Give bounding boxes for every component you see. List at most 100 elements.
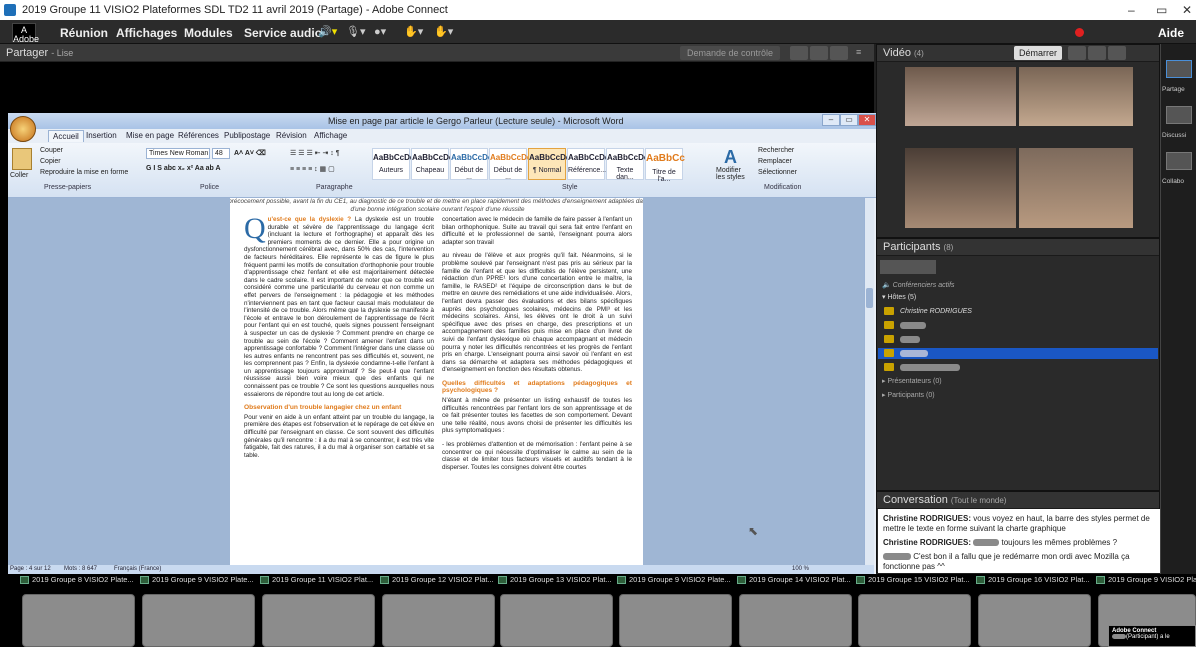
cut-button[interactable]: Couper	[40, 147, 63, 154]
style-debut-2[interactable]: AaBbCcDd Début de ...	[489, 148, 532, 181]
style-normal[interactable]: AaBbCcDd ¶ Normal	[528, 148, 571, 180]
close-icon[interactable]: ✕	[1182, 3, 1192, 17]
paste-button[interactable]: Coller	[10, 172, 28, 179]
layout-partage[interactable]: Partage	[1162, 86, 1196, 93]
taskbar-window[interactable]: 2019 Groupe 9 VISIO2 Plate	[1096, 575, 1196, 588]
taskbar-window[interactable]: 2019 Groupe 15 VISIO2 Plat...	[856, 575, 974, 588]
font-format-icons[interactable]: G I S abc x₂ x² Aa ab A	[146, 165, 221, 172]
window-preview[interactable]	[22, 594, 135, 647]
start-video-button[interactable]: Démarrer	[1014, 46, 1062, 60]
video-feed-3[interactable]	[905, 148, 1016, 228]
modify-styles-button[interactable]: Modifier les styles	[716, 167, 750, 181]
list-icons[interactable]: ☰ ☰ ☰ ⇤ ⇥ ↕ ¶	[290, 149, 340, 157]
minimize-icon[interactable]: –	[1128, 3, 1135, 17]
style-debut-1[interactable]: AaBbCcDc Début de ...	[450, 148, 492, 181]
hosts-group[interactable]: ▾ Hôtes (5)	[878, 292, 1158, 303]
menu-modules[interactable]: Modules	[184, 26, 233, 40]
word-minimize-icon[interactable]: –	[822, 114, 840, 126]
participants-toolbar[interactable]	[880, 260, 936, 274]
status-icon[interactable]: ✋▾	[434, 25, 453, 39]
maximize-icon[interactable]: ▭	[1156, 3, 1167, 17]
menu-reunion[interactable]: Réunion	[60, 26, 108, 40]
request-control-button[interactable]: Demande de contrôle	[680, 46, 780, 60]
layout-thumbnail-icon[interactable]	[1166, 106, 1192, 124]
style-titre[interactable]: AaBbCc Titre de l'a...	[645, 148, 685, 183]
status-language[interactable]: Français (France)	[114, 566, 161, 572]
video-fullscreen-icon[interactable]	[1108, 46, 1126, 60]
video-layout-icon[interactable]	[1068, 46, 1086, 60]
document-scrollbar[interactable]	[864, 198, 874, 565]
tab-affichage[interactable]: Affichage	[314, 131, 347, 140]
window-preview[interactable]	[978, 594, 1091, 647]
speaker-icon[interactable]: 🔊▾	[318, 25, 337, 39]
align-icons[interactable]: ≡ ≡ ≡ ≡ ↕ ▦ ▢	[290, 165, 335, 173]
hand-raise-icon[interactable]: ✋▾	[404, 25, 423, 39]
share-fit-icon[interactable]	[810, 46, 828, 60]
window-preview[interactable]	[500, 594, 613, 647]
style-texte[interactable]: AaBbCcDc Texte dan...	[606, 148, 648, 181]
share-view-icon[interactable]	[790, 46, 808, 60]
taskbar-window[interactable]: 2019 Groupe 8 VISIO2 Plate...	[20, 575, 138, 588]
pod-menu-icon[interactable]: ≡	[856, 47, 861, 57]
style-auteurs[interactable]: AaBbCcDdI Auteurs	[372, 148, 417, 180]
video-feed-2[interactable]	[1019, 67, 1133, 126]
tab-references[interactable]: Références	[178, 131, 219, 140]
camera-icon[interactable]: ●▾	[374, 25, 386, 39]
style-chapeau[interactable]: AaBbCcDc Chapeau	[411, 148, 453, 180]
format-painter-button[interactable]: Reproduire la mise en forme	[40, 169, 128, 176]
layout-thumbnail-icon[interactable]	[1166, 152, 1192, 170]
select-button[interactable]: Sélectionner	[758, 169, 797, 176]
participant-row[interactable]	[878, 334, 1158, 345]
presenters-group[interactable]: ▸ Présentateurs (0)	[878, 376, 1158, 387]
microphone-icon[interactable]: 🎙▾	[346, 25, 366, 39]
replace-button[interactable]: Remplacer	[758, 158, 792, 165]
chat-messages[interactable]: Christine RODRIGUES: vous voyez en haut,…	[878, 509, 1160, 573]
tab-publipostage[interactable]: Publipostage	[224, 131, 270, 140]
paste-icon[interactable]	[12, 148, 32, 170]
participant-row[interactable]	[878, 362, 1158, 373]
tab-revision[interactable]: Révision	[276, 131, 307, 140]
participant-row-selected[interactable]	[878, 348, 1158, 359]
menu-aide[interactable]: Aide	[1158, 26, 1184, 40]
grow-shrink-font-icon[interactable]: A˄ A˅ ⌫	[234, 149, 266, 157]
window-preview[interactable]	[619, 594, 732, 647]
taskbar-window[interactable]: 2019 Groupe 14 VISIO2 Plat...	[737, 575, 855, 588]
window-preview[interactable]	[262, 594, 375, 647]
record-indicator-icon[interactable]	[1075, 28, 1084, 37]
layout-collaboration[interactable]: Collabo	[1162, 178, 1196, 185]
video-feed-1[interactable]	[905, 67, 1016, 126]
notification-toast[interactable]: Adobe Connect (Participant) a le	[1108, 625, 1196, 647]
tab-insertion[interactable]: Insertion	[86, 131, 117, 140]
window-preview[interactable]	[739, 594, 852, 647]
font-name-select[interactable]: Times New Roman	[146, 148, 210, 159]
office-button-icon[interactable]	[10, 116, 36, 142]
style-reference[interactable]: AaBbCcDd Référence...	[567, 148, 610, 180]
menu-affichages[interactable]: Affichages	[116, 26, 177, 40]
layout-discussion[interactable]: Discussi	[1162, 132, 1196, 139]
menu-service-audio[interactable]: Service audio	[244, 26, 322, 40]
document-page[interactable]: le plus précocement possible, avant la f…	[230, 198, 643, 565]
taskbar-window[interactable]: 2019 Groupe 9 VISIO2 Plate...	[140, 575, 258, 588]
participants-group[interactable]: ▸ Participants (0)	[878, 390, 1158, 401]
video-feed-4[interactable]	[1019, 148, 1133, 228]
participant-row[interactable]: Christine RODRIGUES	[878, 306, 1158, 317]
taskbar-window[interactable]: 2019 Groupe 13 VISIO2 Plat...	[498, 575, 616, 588]
taskbar-window[interactable]: 2019 Groupe 11 VISIO2 Plat...	[260, 575, 378, 588]
change-styles-icon[interactable]: A	[724, 147, 737, 168]
word-close-icon[interactable]: ✕	[858, 114, 876, 126]
font-size-select[interactable]: 48	[212, 148, 230, 159]
window-preview[interactable]	[858, 594, 971, 647]
window-preview[interactable]	[142, 594, 255, 647]
participant-row[interactable]	[878, 320, 1158, 331]
window-preview[interactable]	[382, 594, 495, 647]
scrollbar-thumb[interactable]	[866, 288, 873, 308]
layout-thumbnail-icon[interactable]	[1166, 60, 1192, 78]
fullscreen-icon[interactable]	[830, 46, 848, 60]
taskbar-window[interactable]: 2019 Groupe 16 VISIO2 Plat...	[976, 575, 1094, 588]
tab-mise-en-page[interactable]: Mise en page	[126, 131, 174, 140]
taskbar-window[interactable]: 2019 Groupe 9 VISIO2 Plate...	[617, 575, 735, 588]
find-button[interactable]: Rechercher	[758, 147, 794, 154]
status-zoom[interactable]: 100 %	[792, 566, 809, 572]
word-restore-icon[interactable]: ▭	[840, 114, 858, 126]
video-grid-icon[interactable]	[1088, 46, 1106, 60]
